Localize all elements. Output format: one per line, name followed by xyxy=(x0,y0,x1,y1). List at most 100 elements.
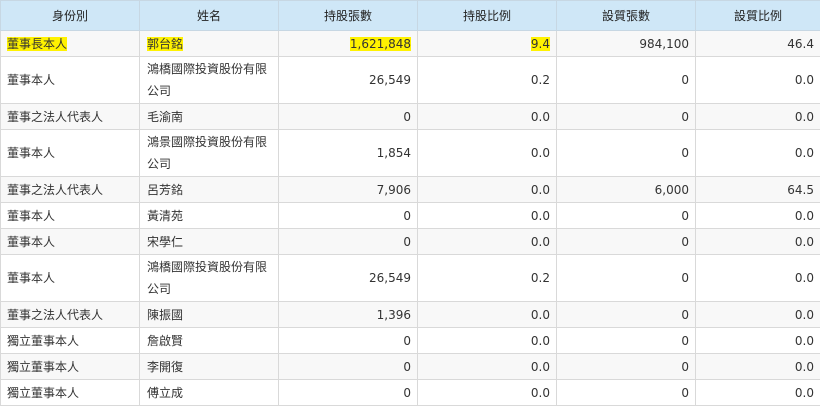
cell-role-text: 董事之法人代表人 xyxy=(7,307,104,322)
cell-name-text: 李開復 xyxy=(147,359,184,374)
cell-shares: 26,549 xyxy=(278,254,418,302)
cell-share-ratio: 0.0 xyxy=(417,379,557,406)
header-name[interactable]: 姓名 xyxy=(139,0,279,31)
cell-pledged-text: 984,100 xyxy=(639,36,689,51)
cell-shares-text: 7,906 xyxy=(376,182,411,197)
cell-pledged-text: 0 xyxy=(681,307,689,322)
cell-share-ratio-text: 9.4 xyxy=(530,36,550,51)
cell-share-ratio-text: 0.0 xyxy=(530,208,550,223)
cell-role: 董事本人 xyxy=(0,228,140,255)
cell-share-ratio-text: 0.0 xyxy=(530,385,550,400)
cell-pledge-ratio: 0.0 xyxy=(695,56,820,104)
cell-role-text: 獨立董事本人 xyxy=(7,359,80,374)
cell-shares: 1,621,848 xyxy=(278,30,418,57)
cell-name: 宋學仁 xyxy=(139,228,279,255)
cell-name: 郭台銘 xyxy=(139,30,279,57)
cell-role: 董事本人 xyxy=(0,129,140,177)
cell-pledge-ratio: 0.0 xyxy=(695,202,820,229)
table-row: 獨立董事本人 傅立成 0 0.0 0 0.0 xyxy=(0,379,820,406)
cell-share-ratio-text: 0.0 xyxy=(530,109,550,124)
cell-role-text: 董事本人 xyxy=(7,208,56,223)
cell-pledged: 6,000 xyxy=(556,176,696,203)
cell-name: 傅立成 xyxy=(139,379,279,406)
cell-shares: 0 xyxy=(278,202,418,229)
cell-share-ratio-text: 0.0 xyxy=(530,182,550,197)
cell-pledged: 0 xyxy=(556,202,696,229)
cell-pledge-ratio: 0.0 xyxy=(695,103,820,130)
cell-name-text: 鴻景國際投資股份有限公司 xyxy=(147,135,268,171)
table-row: 董事之法人代表人 呂芳銘 7,906 0.0 6,000 64.5 xyxy=(0,176,820,203)
cell-pledge-ratio-text: 0.0 xyxy=(794,146,814,160)
cell-pledged: 0 xyxy=(556,228,696,255)
cell-shares: 1,854 xyxy=(278,129,418,177)
cell-name-text: 毛渝南 xyxy=(147,109,184,124)
cell-role-text: 董事本人 xyxy=(7,271,56,285)
cell-role: 獨立董事本人 xyxy=(0,327,140,354)
cell-shares: 1,396 xyxy=(278,301,418,328)
cell-pledged: 0 xyxy=(556,103,696,130)
cell-pledged: 0 xyxy=(556,129,696,177)
cell-role: 董事本人 xyxy=(0,202,140,229)
cell-shares-text: 0 xyxy=(403,333,411,348)
cell-share-ratio: 0.0 xyxy=(417,176,557,203)
cell-role: 董事長本人 xyxy=(0,30,140,57)
cell-shares-text: 0 xyxy=(403,109,411,124)
cell-role: 董事本人 xyxy=(0,254,140,302)
cell-role-text: 董事本人 xyxy=(7,146,56,160)
cell-share-ratio: 0.0 xyxy=(417,129,557,177)
cell-pledge-ratio: 46.4 xyxy=(695,30,820,57)
cell-pledged-text: 0 xyxy=(681,208,689,223)
cell-name: 鴻橋國際投資股份有限公司 xyxy=(139,56,279,104)
cell-pledge-ratio-text: 0.0 xyxy=(794,73,814,87)
cell-share-ratio: 0.2 xyxy=(417,56,557,104)
cell-shares-text: 1,396 xyxy=(376,307,411,322)
cell-share-ratio: 0.2 xyxy=(417,254,557,302)
cell-name-text: 傅立成 xyxy=(147,385,184,400)
cell-pledge-ratio: 0.0 xyxy=(695,129,820,177)
cell-pledge-ratio-text: 0.0 xyxy=(794,333,814,348)
cell-share-ratio: 0.0 xyxy=(417,301,557,328)
cell-pledged-text: 0 xyxy=(681,385,689,400)
cell-role: 董事之法人代表人 xyxy=(0,103,140,130)
table-body: 董事長本人 郭台銘 1,621,848 9.4 984,100 46.4 董事本人 鴻橋國際投… xyxy=(0,30,820,406)
cell-pledged-text: 0 xyxy=(681,359,689,374)
cell-role: 獨立董事本人 xyxy=(0,353,140,380)
cell-share-ratio-text: 0.0 xyxy=(530,359,550,374)
cell-pledge-ratio-text: 0.0 xyxy=(794,359,814,374)
table-row: 董事本人 鴻橋國際投資股份有限公司 26,549 0.2 0 0.0 xyxy=(0,56,820,104)
cell-pledged-text: 6,000 xyxy=(654,182,689,197)
header-row: 身份別 姓名 持股張數 持股比例 設質張數 設質比例 xyxy=(0,0,820,31)
cell-role-text: 董事長本人 xyxy=(7,36,68,51)
cell-name: 鴻景國際投資股份有限公司 xyxy=(139,129,279,177)
header-share-ratio[interactable]: 持股比例 xyxy=(417,0,557,31)
header-pledge-ratio[interactable]: 設質比例 xyxy=(695,0,820,31)
cell-shares: 0 xyxy=(278,379,418,406)
table-row: 董事本人 宋學仁 0 0.0 0 0.0 xyxy=(0,228,820,255)
header-pledged[interactable]: 設質張數 xyxy=(556,0,696,31)
cell-pledge-ratio-text: 64.5 xyxy=(787,182,814,197)
cell-shares: 0 xyxy=(278,353,418,380)
cell-shares-text: 26,549 xyxy=(369,271,411,285)
table-row: 董事本人 鴻橋國際投資股份有限公司 26,549 0.2 0 0.0 xyxy=(0,254,820,302)
cell-share-ratio-text: 0.0 xyxy=(530,333,550,348)
cell-shares: 0 xyxy=(278,327,418,354)
cell-shares: 26,549 xyxy=(278,56,418,104)
table-row: 董事本人 黃清苑 0 0.0 0 0.0 xyxy=(0,202,820,229)
cell-name-text: 郭台銘 xyxy=(147,36,184,51)
table-row: 董事之法人代表人 陳振國 1,396 0.0 0 0.0 xyxy=(0,301,820,328)
cell-pledged: 0 xyxy=(556,301,696,328)
header-role[interactable]: 身份別 xyxy=(0,0,140,31)
cell-shares-text: 1,854 xyxy=(376,146,411,160)
table-header: 身份別 姓名 持股張數 持股比例 設質張數 設質比例 xyxy=(0,0,820,31)
cell-role: 董事之法人代表人 xyxy=(0,301,140,328)
table-row: 董事之法人代表人 毛渝南 0 0.0 0 0.0 xyxy=(0,103,820,130)
cell-role: 獨立董事本人 xyxy=(0,379,140,406)
cell-role-text: 董事之法人代表人 xyxy=(7,109,104,124)
header-shares[interactable]: 持股張數 xyxy=(278,0,418,31)
cell-name-text: 呂芳銘 xyxy=(147,182,184,197)
cell-pledge-ratio-text: 0.0 xyxy=(794,307,814,322)
cell-name-text: 鴻橋國際投資股份有限公司 xyxy=(147,62,268,98)
cell-name: 呂芳銘 xyxy=(139,176,279,203)
cell-name-text: 宋學仁 xyxy=(147,234,184,249)
cell-shares-text: 0 xyxy=(403,234,411,249)
